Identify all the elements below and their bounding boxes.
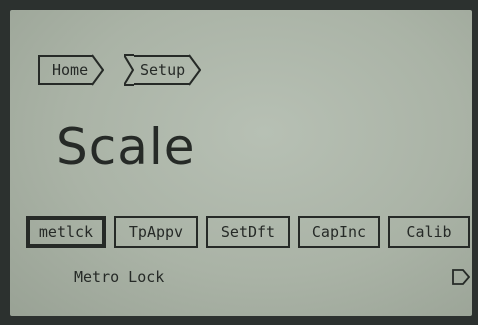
softkey-bar: metlck TpAppv SetDft CapInc Calib xyxy=(26,216,472,248)
softkey-setdft[interactable]: SetDft xyxy=(206,216,290,248)
softkey-description: Metro Lock xyxy=(74,268,165,286)
breadcrumb-chevron-icon xyxy=(92,54,105,86)
page-title: Scale xyxy=(56,118,196,176)
breadcrumb-notch-icon xyxy=(124,54,134,86)
breadcrumb-home-label: Home xyxy=(38,55,93,85)
breadcrumb-home[interactable]: Home xyxy=(38,54,105,86)
next-arrow-icon[interactable] xyxy=(452,269,470,285)
breadcrumb-setup[interactable]: Setup xyxy=(124,54,202,86)
softkey-tpappv[interactable]: TpAppv xyxy=(114,216,198,248)
softkey-metlck[interactable]: metlck xyxy=(26,216,106,248)
softkey-calib[interactable]: Calib xyxy=(388,216,470,248)
lcd-screen: Home Setup Scale metlck TpAppv SetDft Ca… xyxy=(10,10,472,316)
breadcrumb-chevron-icon xyxy=(189,54,202,86)
breadcrumb-setup-label: Setup xyxy=(134,55,190,85)
softkey-capinc[interactable]: CapInc xyxy=(298,216,380,248)
